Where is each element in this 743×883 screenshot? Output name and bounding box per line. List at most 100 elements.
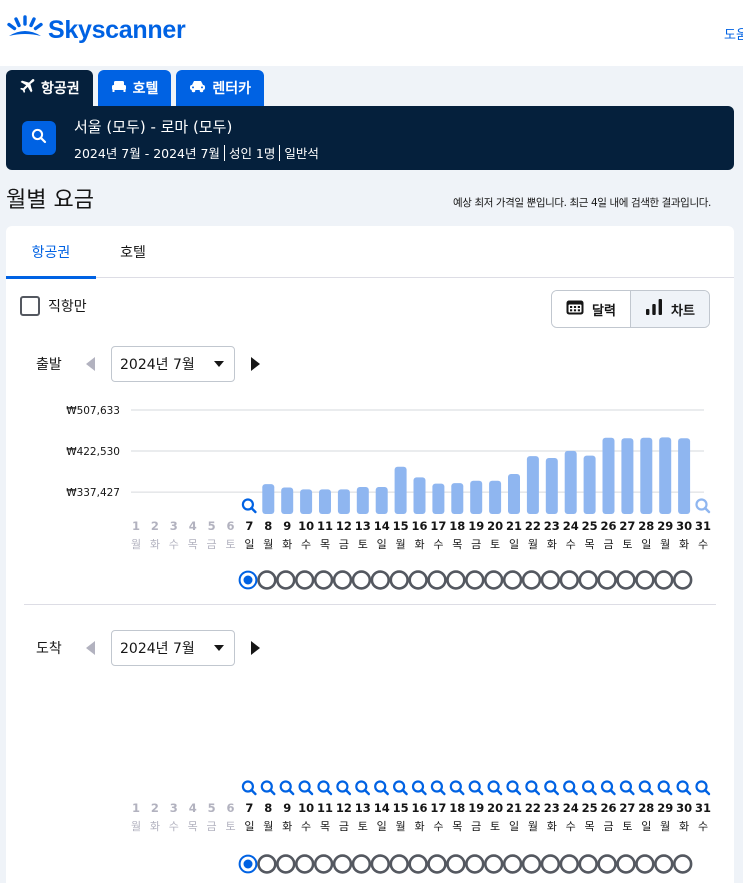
page-dot[interactable] (465, 854, 485, 874)
departure-month-select[interactable]: 2024년 7월 (111, 346, 235, 382)
page-dot[interactable] (446, 854, 466, 874)
search-day-15-icon[interactable] (393, 780, 408, 796)
page-dot[interactable] (521, 854, 542, 874)
page-dot[interactable] (654, 854, 674, 874)
page-dot[interactable] (408, 854, 428, 874)
price-bar-day-16[interactable] (413, 477, 426, 514)
page-dot[interactable] (276, 570, 296, 590)
price-bar-day-27[interactable] (621, 438, 634, 514)
price-bar-day-28[interactable] (640, 437, 653, 514)
page-dot[interactable] (484, 854, 504, 874)
page-dot[interactable] (351, 570, 372, 590)
direct-only-checkbox[interactable] (20, 296, 40, 316)
price-bar-day-9[interactable] (281, 487, 294, 514)
price-bar-day-17[interactable] (432, 483, 445, 514)
card-tab-flights[interactable]: 항공권 (6, 226, 96, 279)
skyscanner-logo[interactable]: Skyscanner (6, 14, 186, 46)
price-bar-day-13[interactable] (356, 486, 369, 514)
search-day-17-icon[interactable] (430, 780, 446, 796)
page-dot[interactable] (559, 854, 579, 874)
page-dot[interactable] (578, 854, 598, 874)
next-month-arrow-icon[interactable] (251, 357, 260, 371)
page-dot[interactable] (540, 570, 561, 590)
page-dot[interactable] (616, 854, 636, 874)
page-dot[interactable] (332, 854, 353, 874)
price-bar-day-20[interactable] (489, 480, 502, 514)
calendar-view-button[interactable]: 달력 (552, 291, 630, 327)
search-day-9-icon[interactable] (279, 780, 295, 796)
search-summary[interactable]: 서울 (모두) - 로마 (모두) 2024년 7월 - 2024년 7월 성인… (6, 106, 734, 170)
page-dot[interactable] (370, 854, 390, 874)
page-dot[interactable] (389, 854, 409, 874)
page-dot[interactable] (313, 854, 334, 874)
page-dot[interactable] (257, 570, 277, 590)
page-dot[interactable] (370, 570, 390, 590)
search-day-31-icon[interactable] (695, 780, 711, 796)
tab-flights[interactable]: 항공권 (6, 70, 93, 106)
page-dot[interactable] (597, 570, 617, 590)
tab-car-hire[interactable]: 렌터카 (176, 70, 265, 106)
search-button[interactable] (22, 121, 56, 155)
page-dot[interactable] (635, 570, 655, 590)
price-bar-day-15[interactable] (394, 466, 407, 514)
search-day-24-icon[interactable] (563, 780, 578, 796)
page-dot[interactable] (427, 854, 447, 874)
page-dot[interactable] (446, 570, 466, 590)
search-day-31-icon[interactable] (695, 498, 711, 514)
price-bar-day-10[interactable] (300, 489, 313, 514)
price-bar-day-30[interactable] (678, 438, 691, 514)
search-day-8-icon[interactable] (260, 780, 276, 796)
next-month-arrow-icon[interactable] (251, 641, 260, 655)
search-day-29-icon[interactable] (657, 780, 673, 796)
search-day-14-icon[interactable] (374, 780, 389, 796)
page-dot[interactable] (408, 570, 428, 590)
search-day-25-icon[interactable] (581, 780, 597, 796)
page-dot[interactable] (276, 854, 296, 874)
search-day-22-icon[interactable] (525, 780, 541, 796)
search-day-13-icon[interactable] (355, 780, 370, 796)
prev-month-arrow-icon[interactable] (86, 357, 95, 371)
price-bar-day-14[interactable] (375, 486, 388, 514)
tab-hotels[interactable]: 호텔 (97, 70, 172, 106)
page-dot[interactable] (521, 570, 542, 590)
page-dot[interactable] (295, 854, 315, 874)
price-bar-day-12[interactable] (337, 489, 350, 514)
price-bar-day-26[interactable] (602, 437, 615, 514)
page-dot[interactable] (654, 570, 674, 590)
page-dot[interactable] (295, 570, 315, 590)
search-day-23-icon[interactable] (544, 780, 559, 796)
page-dot[interactable] (351, 854, 372, 874)
price-bar-day-21[interactable] (508, 473, 520, 514)
card-tab-hotels[interactable]: 호텔 (96, 226, 170, 278)
page-dot[interactable] (332, 570, 353, 590)
page-dot[interactable] (672, 854, 693, 874)
search-day-11-icon[interactable] (317, 780, 333, 796)
search-day-18-icon[interactable] (449, 780, 465, 796)
page-dot[interactable] (484, 570, 504, 590)
search-day-21-icon[interactable] (506, 780, 522, 796)
price-bar-day-8[interactable] (262, 484, 275, 514)
search-day-16-icon[interactable] (411, 780, 427, 796)
search-day-7-icon[interactable] (241, 780, 257, 796)
search-day-7-icon[interactable] (241, 498, 257, 514)
help-link[interactable]: 도움말 (724, 24, 743, 43)
price-bar-day-23[interactable] (545, 458, 558, 514)
page-dot[interactable] (559, 570, 579, 590)
page-dot[interactable] (540, 854, 561, 874)
page-dot[interactable] (616, 570, 636, 590)
search-day-26-icon[interactable] (600, 780, 616, 796)
page-dot[interactable] (257, 854, 277, 874)
page-dot[interactable] (578, 570, 598, 590)
direct-only-filter[interactable]: 직항만 (20, 296, 87, 316)
price-bar-day-25[interactable] (583, 455, 596, 514)
prev-month-arrow-icon[interactable] (86, 641, 95, 655)
page-dot[interactable] (465, 570, 485, 590)
search-day-28-icon[interactable] (638, 780, 654, 796)
search-day-12-icon[interactable] (336, 780, 352, 796)
price-bar-day-29[interactable] (659, 437, 672, 514)
search-day-27-icon[interactable] (619, 780, 635, 796)
page-dot[interactable] (389, 570, 409, 590)
page-dot[interactable] (672, 570, 693, 590)
page-dot[interactable] (597, 854, 617, 874)
chart-view-button[interactable]: 차트 (630, 291, 709, 327)
